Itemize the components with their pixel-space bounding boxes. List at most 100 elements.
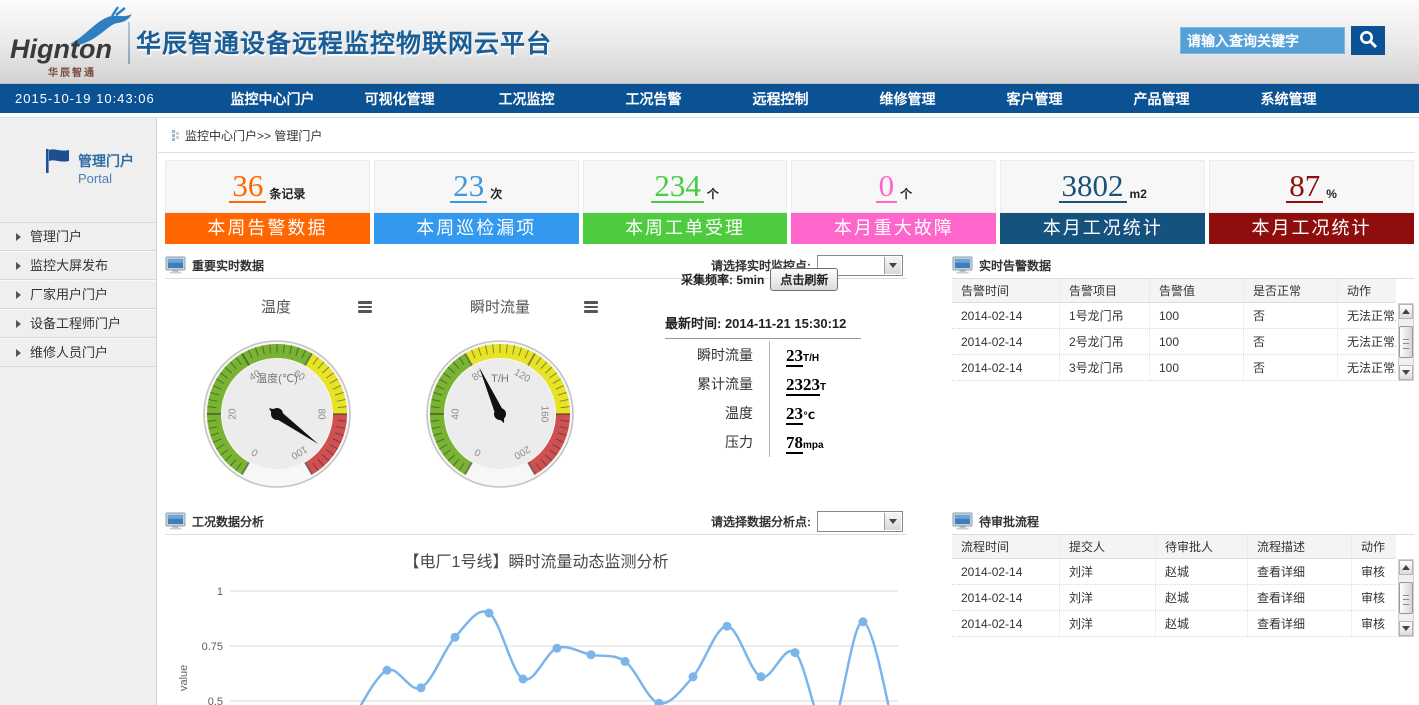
table-cell: 无法正常启动 — [1338, 329, 1396, 354]
gauge-title-flow: 瞬时流量 — [470, 296, 530, 317]
approval-panel: 待审批流程 流程时间提交人待审批人流程描述动作2014-02-14刘洋赵城查看详… — [952, 508, 1414, 637]
scroll-up-icon[interactable] — [1399, 560, 1413, 575]
sidebar-item-厂家用户门户[interactable]: 厂家用户门户 — [0, 280, 156, 309]
table-cell[interactable]: 查看详细 — [1248, 611, 1352, 636]
reading-label: 瞬时流量 — [665, 341, 769, 370]
nav-item-系统管理[interactable]: 系统管理 — [1225, 89, 1352, 109]
analysis-point-select-label: 请选择数据分析点: — [711, 513, 811, 530]
scroll-down-icon[interactable] — [1399, 365, 1413, 380]
scroll-down-icon[interactable] — [1399, 621, 1413, 636]
nav-item-客户管理[interactable]: 客户管理 — [971, 89, 1098, 109]
stat-banner[interactable]: 本月工况统计 — [1209, 213, 1414, 244]
table-cell: 2014-02-14 — [952, 611, 1060, 636]
approval-table: 流程时间提交人待审批人流程描述动作2014-02-14刘洋赵城查看详细审核201… — [952, 535, 1414, 637]
stat-value: 23 — [450, 171, 487, 203]
analysis-point-select[interactable] — [817, 511, 903, 532]
scrollbar-thumb[interactable] — [1399, 326, 1413, 358]
sidebar-item-监控大屏发布[interactable]: 监控大屏发布 — [0, 251, 156, 280]
chart-title: 【电厂1号线】瞬时流量动态监测分析 — [165, 548, 907, 572]
table-cell[interactable]: 查看详细 — [1248, 585, 1352, 610]
svg-text:0.75: 0.75 — [202, 641, 223, 653]
refresh-button[interactable]: 点击刷新 — [770, 268, 838, 291]
reading-number: 23 — [786, 404, 803, 425]
portal-subtitle: Portal — [78, 171, 112, 186]
table-scrollbar[interactable] — [1398, 303, 1414, 381]
table-body: 2014-02-14刘洋赵城查看详细审核2014-02-14刘洋赵城查看详细审核… — [952, 559, 1396, 637]
column-header: 待审批人 — [1156, 535, 1248, 558]
column-header: 告警值 — [1150, 279, 1244, 302]
table-cell[interactable]: 查看详细 — [1248, 559, 1352, 584]
search-input[interactable] — [1180, 27, 1345, 54]
stat-banner[interactable]: 本月工况统计 — [1000, 213, 1205, 244]
nav-item-工况监控[interactable]: 工况监控 — [463, 89, 590, 109]
svg-text:T/H: T/H — [491, 373, 509, 385]
sidebar-item-管理门户[interactable]: 管理门户 — [0, 222, 156, 251]
sidebar-item-维修人员门户[interactable]: 维修人员门户 — [0, 338, 156, 367]
logo[interactable]: Hignton 华辰智通 — [10, 8, 128, 78]
stat-value: 36 — [229, 171, 266, 203]
stat-banner[interactable]: 本周告警数据 — [165, 213, 370, 244]
analysis-panel-header: 工况数据分析 请选择数据分析点: — [165, 508, 907, 535]
breadcrumb: 监控中心门户>> 管理门户 — [172, 127, 322, 144]
table-row: 2014-02-143号龙门吊100否无法正常启动 — [952, 355, 1396, 381]
breadcrumb-icon — [172, 130, 179, 141]
sidebar: 管理门户 Portal 管理门户监控大屏发布厂家用户门户设备工程师门户维修人员门… — [0, 118, 157, 705]
table-cell: 2014-02-14 — [952, 303, 1060, 328]
page-title: 华辰智通设备远程监控物联网云平台 — [136, 24, 552, 60]
table-header-row: 告警时间告警项目告警值是否正常动作 — [952, 279, 1396, 303]
nav-item-维修管理[interactable]: 维修管理 — [844, 89, 971, 109]
readings-list: 瞬时流量23T/H累计流量2323T温度23℃压力78mpa — [665, 341, 903, 457]
table-cell: 2014-02-14 — [952, 329, 1060, 354]
analysis-point-select-arrow[interactable] — [884, 513, 901, 530]
svg-text:温度(℃): 温度(℃) — [256, 371, 298, 385]
table-cell: 3号龙门吊 — [1060, 355, 1150, 380]
nav-item-监控中心门户[interactable]: 监控中心门户 — [209, 89, 336, 109]
nav-item-远程控制[interactable]: 远程控制 — [717, 89, 844, 109]
table-scrollbar[interactable] — [1398, 559, 1414, 637]
stat-card: 0个本月重大故障 — [791, 160, 996, 244]
table-cell[interactable]: 审核 — [1352, 611, 1396, 636]
stat-banner[interactable]: 本月重大故障 — [791, 213, 996, 244]
stat-banner[interactable]: 本周工单受理 — [583, 213, 788, 244]
scroll-up-icon[interactable] — [1399, 304, 1413, 319]
temperature-gauge: 020406080100温度(℃) — [202, 339, 352, 489]
flag-icon — [42, 146, 72, 176]
stat-banner[interactable]: 本周巡检漏项 — [374, 213, 579, 244]
breadcrumb-separator — [158, 152, 1415, 153]
scrollbar-thumb[interactable] — [1399, 582, 1413, 614]
flow-gauge: 04080120160200T/H — [425, 339, 575, 489]
portal-title: 管理门户 — [78, 151, 134, 171]
alarm-data-panel: 实时告警数据 告警时间告警项目告警值是否正常动作2014-02-141号龙门吊1… — [952, 252, 1414, 381]
search-button[interactable] — [1351, 26, 1385, 55]
sidebar-item-label: 维修人员门户 — [30, 345, 108, 360]
stat-card: 87%本月工况统计 — [1209, 160, 1414, 244]
gauge-menu-icon[interactable] — [584, 301, 598, 313]
sidebar-item-设备工程师门户[interactable]: 设备工程师门户 — [0, 309, 156, 338]
nav-timestamp: 2015-10-19 10:43:06 — [15, 91, 195, 106]
monitor-icon — [165, 512, 186, 530]
reading-value: 23T/H — [769, 341, 899, 370]
reading-value: 23℃ — [769, 399, 899, 428]
svg-text:20: 20 — [228, 408, 239, 420]
stat-number-area: 0个 — [791, 160, 996, 213]
gauge-menu-icon[interactable] — [358, 301, 372, 313]
stat-card: 234个本周工单受理 — [583, 160, 788, 244]
reading-label: 温度 — [665, 399, 769, 428]
sidebar-item-label: 管理门户 — [30, 229, 82, 244]
scrollbar-track[interactable] — [1399, 319, 1413, 365]
scrollbar-track[interactable] — [1399, 575, 1413, 621]
stat-unit: 次 — [490, 185, 502, 202]
latest-time-label: 最新时间: 2014-11-21 15:30:12 — [665, 313, 903, 332]
reading-number: 78 — [786, 433, 803, 454]
nav-item-工况告警[interactable]: 工况告警 — [590, 89, 717, 109]
table-cell[interactable]: 审核 — [1352, 585, 1396, 610]
table-cell[interactable]: 审核 — [1352, 559, 1396, 584]
table-cell: 否 — [1244, 355, 1338, 380]
nav-item-产品管理[interactable]: 产品管理 — [1098, 89, 1225, 109]
column-header: 提交人 — [1060, 535, 1156, 558]
table-cell: 2014-02-14 — [952, 559, 1060, 584]
sidebar-item-label: 监控大屏发布 — [30, 258, 108, 273]
sidebar-item-label: 厂家用户门户 — [30, 287, 108, 302]
table-cell: 2014-02-14 — [952, 585, 1060, 610]
nav-item-可视化管理[interactable]: 可视化管理 — [336, 89, 463, 109]
